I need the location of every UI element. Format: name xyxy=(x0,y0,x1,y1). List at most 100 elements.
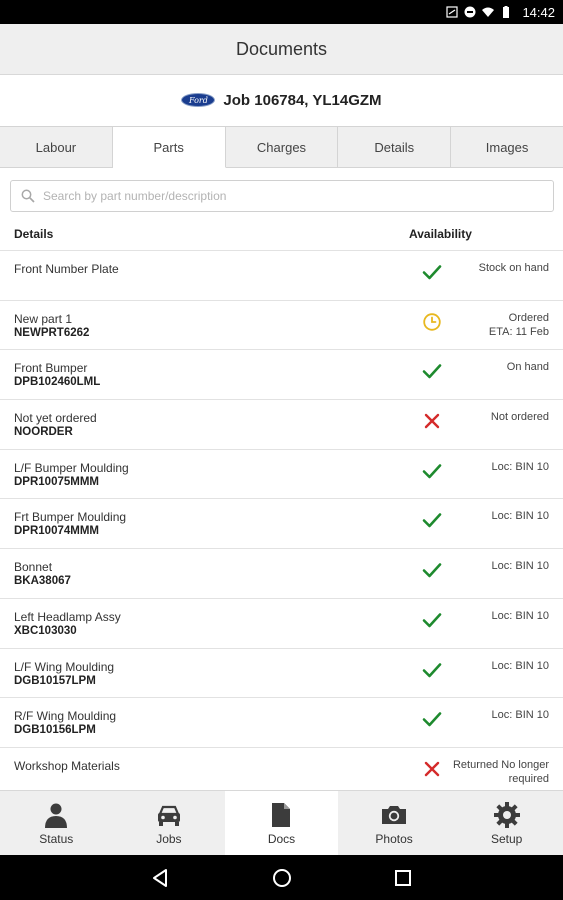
nav-docs-label: Docs xyxy=(267,831,296,846)
part-code: BKA38067 xyxy=(14,575,71,588)
ford-logo-text: Ford xyxy=(188,95,208,105)
part-name: L/F Bumper Moulding xyxy=(14,460,129,475)
ford-logo: Ford xyxy=(181,93,216,107)
part-code: XBC103030 xyxy=(14,624,77,637)
tab-labour[interactable]: Labour xyxy=(0,127,113,167)
part-status: Returned No longer required xyxy=(439,758,549,786)
part-status-line1: Loc: BIN 10 xyxy=(491,709,549,722)
parts-list: Front Number Plate Stock on hand New par… xyxy=(0,251,563,788)
recents-icon[interactable] xyxy=(392,867,414,889)
part-status: Ordered ETA: 11 Feb xyxy=(439,311,549,339)
tab-bar: Labour Parts Charges Details Images xyxy=(0,126,563,168)
tab-parts[interactable]: Parts xyxy=(112,127,226,168)
part-code: DGB10157LPM xyxy=(14,674,96,687)
nav-jobs-label: Jobs xyxy=(156,831,182,846)
battery-icon xyxy=(503,6,510,18)
table-row[interactable]: Frt Bumper Moulding DPR10074MMM Loc: BIN… xyxy=(0,499,563,550)
table-row[interactable]: Bonnet BKA38067 Loc: BIN 10 xyxy=(0,549,563,599)
sim-icon xyxy=(446,6,459,18)
part-status-line2: ETA: 11 Feb xyxy=(488,325,549,338)
part-name: Bonnet xyxy=(14,560,53,575)
table-row[interactable]: Front Bumper DPB102460LML On hand xyxy=(0,350,563,401)
gear-icon xyxy=(493,801,520,828)
part-name: Front Bumper xyxy=(14,361,88,376)
part-name: Frt Bumper Moulding xyxy=(14,510,127,525)
part-status-line1: Stock on hand xyxy=(478,262,549,274)
part-status: Loc: BIN 10 xyxy=(439,659,549,673)
parts-column-header: Details Availability xyxy=(0,218,563,251)
part-status: Loc: BIN 10 xyxy=(439,509,549,523)
part-name: Front Number Plate xyxy=(14,262,119,276)
part-status: Loc: BIN 10 xyxy=(439,609,549,623)
app-header: Documents xyxy=(0,24,563,75)
part-status: Not ordered xyxy=(439,410,549,424)
column-availability: Availability xyxy=(409,227,472,241)
person-icon xyxy=(45,803,68,828)
nav-photos-label: Photos xyxy=(375,831,413,846)
part-code: DGB10156LPM xyxy=(14,724,96,737)
search-icon xyxy=(21,189,35,203)
part-code: DPR10074MMM xyxy=(14,525,99,538)
table-row[interactable]: Not yet ordered NOORDER Not ordered xyxy=(0,400,563,450)
part-name: New part 1 xyxy=(14,311,73,326)
part-code: DPR10075MMM xyxy=(14,475,99,488)
part-code: DPB102460LML xyxy=(14,376,101,389)
table-row[interactable]: Workshop Materials Returned No longer req… xyxy=(0,748,563,788)
table-row[interactable]: R/F Wing Moulding DGB10156LPM Loc: BIN 1… xyxy=(0,698,563,748)
part-status-line1: Ordered xyxy=(508,311,549,324)
part-status-line1: Returned No longer xyxy=(452,758,549,771)
table-row[interactable]: Left Headlamp Assy XBC103030 Loc: BIN 10 xyxy=(0,599,563,649)
table-row[interactable]: Front Number Plate Stock on hand xyxy=(0,251,563,301)
search-input[interactable] xyxy=(43,189,523,203)
part-status-line1: Loc: BIN 10 xyxy=(491,659,549,672)
nav-photos[interactable]: Photos xyxy=(338,791,451,855)
column-details: Details xyxy=(14,227,54,241)
part-status: Stock on hand xyxy=(439,261,549,275)
part-status: On hand xyxy=(439,360,549,374)
part-status: Loc: BIN 10 xyxy=(439,460,549,474)
nav-jobs[interactable]: Jobs xyxy=(113,791,226,855)
part-status: Loc: BIN 10 xyxy=(439,559,549,573)
nav-docs[interactable]: Docs xyxy=(225,791,338,855)
part-name: Not yet ordered xyxy=(14,411,97,426)
part-name: R/F Wing Moulding xyxy=(14,709,117,724)
part-name: L/F Wing Moulding xyxy=(14,659,115,674)
document-icon xyxy=(272,802,291,827)
part-status-line2: required xyxy=(508,772,549,785)
table-row[interactable]: L/F Bumper Moulding DPR10075MMM Loc: BIN… xyxy=(0,450,563,500)
part-status-line1: Loc: BIN 10 xyxy=(491,460,549,473)
table-row[interactable]: New part 1 NEWPRT6262 Ordered ETA: 11 Feb xyxy=(0,301,563,351)
part-status-line1: Loc: BIN 10 xyxy=(491,560,549,573)
camera-icon xyxy=(382,805,407,824)
part-status-line1: Loc: BIN 10 xyxy=(491,510,549,523)
nav-status-label: Status xyxy=(39,831,74,846)
part-status: Loc: BIN 10 xyxy=(439,708,549,722)
tab-charges[interactable]: Charges xyxy=(226,127,339,167)
table-row[interactable]: L/F Wing Moulding DGB10157LPM Loc: BIN 1… xyxy=(0,649,563,699)
job-title: Job 106784, YL14GZM xyxy=(223,91,382,109)
status-bar: 14:42 xyxy=(0,0,563,24)
part-status-line1: Loc: BIN 10 xyxy=(491,609,549,622)
part-code: NEWPRT6262 xyxy=(14,326,90,339)
nav-status[interactable]: Status xyxy=(0,791,113,855)
bottom-nav: Status Jobs Docs Photos Setup xyxy=(0,790,563,855)
tab-images[interactable]: Images xyxy=(451,127,563,167)
nav-setup[interactable]: Setup xyxy=(450,791,563,855)
job-bar: Ford Job 106784, YL14GZM xyxy=(0,75,563,125)
back-icon[interactable] xyxy=(150,867,172,889)
part-status-line1: Not ordered xyxy=(490,411,549,424)
part-code: NOORDER xyxy=(14,426,73,439)
car-icon xyxy=(157,805,180,826)
part-name: Workshop Materials xyxy=(14,758,120,773)
home-icon[interactable] xyxy=(271,867,293,889)
clock-time: 14:42 xyxy=(522,4,555,20)
do-not-disturb-icon xyxy=(464,6,476,18)
tab-details[interactable]: Details xyxy=(338,127,452,167)
nav-setup-label: Setup xyxy=(490,831,523,846)
page-title: Documents xyxy=(235,38,328,59)
search-box[interactable] xyxy=(10,180,554,212)
part-name: Left Headlamp Assy xyxy=(14,609,121,624)
wifi-icon xyxy=(482,7,495,17)
part-status-line1: On hand xyxy=(506,361,549,374)
system-nav-bar xyxy=(0,855,563,900)
